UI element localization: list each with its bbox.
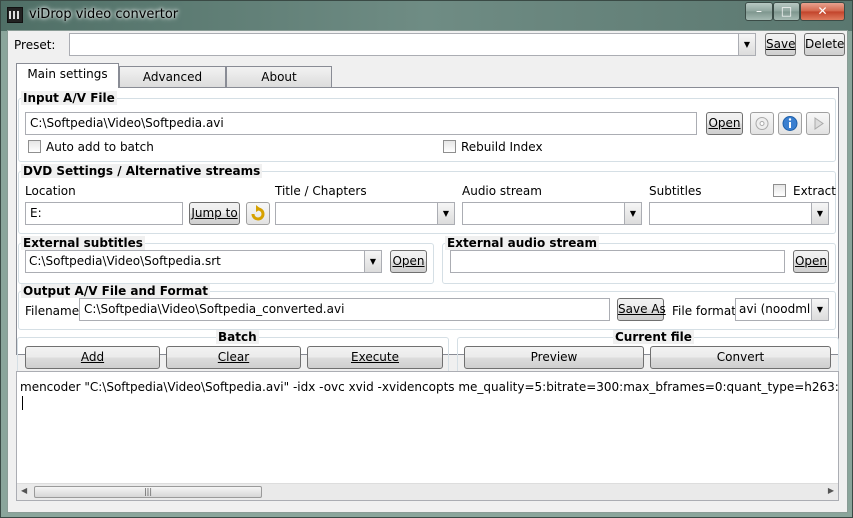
subtitles-select[interactable]: ▼ [649, 202, 829, 225]
window-title: viDrop video convertor [29, 7, 179, 22]
disc-icon[interactable] [750, 112, 774, 135]
chevron-down-icon: ▼ [738, 34, 755, 55]
audio-open-button[interactable]: Open [793, 250, 829, 273]
play-icon[interactable] [806, 112, 830, 135]
title-chapters-select[interactable]: ▼ [275, 202, 455, 225]
maximize-button[interactable]: □ [773, 2, 800, 21]
title-bar: viDrop video convertor – □ ✕ [1, 1, 852, 31]
current-file-title: Current file [613, 330, 694, 344]
rebuild-index-label: Rebuild Index [461, 140, 543, 154]
close-button[interactable]: ✕ [800, 2, 845, 21]
external-audio-field[interactable] [450, 250, 785, 273]
input-open-button[interactable]: Open [706, 112, 743, 135]
chevron-down-icon: ▼ [437, 203, 454, 224]
scrollbar-thumb[interactable]: ||| [34, 486, 262, 498]
batch-clear-button[interactable]: Clear [166, 346, 301, 369]
file-format-label: File format [672, 304, 736, 318]
preset-select[interactable]: ▼ [69, 33, 756, 56]
batch-title: Batch [216, 330, 259, 344]
command-output-area[interactable]: mencoder "C:\Softpedia\Video\Softpedia.a… [16, 371, 839, 501]
input-av-title: Input A/V File [21, 91, 117, 105]
horizontal-scrollbar[interactable]: ◀ ||| ▶ [17, 483, 838, 500]
chevron-down-icon: ▼ [811, 299, 828, 320]
subtitles-label: Subtitles [649, 184, 702, 198]
audio-stream-select[interactable]: ▼ [462, 202, 642, 225]
preset-label: Preset: [14, 38, 56, 52]
location-field[interactable]: E: [25, 202, 183, 225]
text-caret [22, 396, 23, 410]
minimize-button[interactable]: – [745, 2, 773, 21]
tab-advanced-settings[interactable]: Advanced settings [119, 66, 226, 104]
auto-add-batch-checkbox[interactable] [28, 140, 41, 153]
output-av-title: Output A/V File and Format [21, 284, 211, 298]
auto-add-batch-label: Auto add to batch [46, 140, 154, 154]
chevron-down-icon: ▼ [364, 251, 381, 272]
filename-label: Filename [25, 304, 80, 318]
location-label: Location [25, 184, 76, 198]
extract-label: Extract [793, 184, 836, 198]
scroll-left-icon[interactable]: ◀ [21, 486, 27, 495]
title-chapters-label: Title / Chapters [275, 184, 367, 198]
info-icon[interactable] [778, 112, 802, 135]
main-client-area: Preset: ▼ Save Delete Main settings Adva… [7, 30, 848, 513]
output-filename-field[interactable]: C:\Softpedia\Video\Softpedia_converted.a… [79, 298, 610, 321]
extract-checkbox[interactable] [773, 184, 786, 197]
film-clapper-icon [7, 7, 23, 23]
chevron-down-icon: ▼ [811, 203, 828, 224]
external-audio-title: External audio stream [445, 236, 599, 250]
batch-add-button[interactable]: Add [25, 346, 160, 369]
file-format-select[interactable]: avi (noodml) ▼ [735, 298, 829, 321]
convert-button[interactable]: Convert [650, 346, 831, 369]
scroll-right-icon[interactable]: ▶ [828, 486, 834, 495]
chevron-down-icon: ▼ [624, 203, 641, 224]
save-as-button[interactable]: Save As [617, 298, 666, 321]
refresh-icon[interactable] [246, 202, 270, 225]
rebuild-index-checkbox[interactable] [443, 140, 456, 153]
external-subtitles-title: External subtitles [21, 236, 145, 250]
dvd-settings-title: DVD Settings / Alternative streams [21, 164, 263, 178]
external-subtitles-select[interactable]: C:\Softpedia\Video\Softpedia.srt ▼ [25, 250, 382, 273]
tab-about[interactable]: About [226, 66, 332, 87]
tab-main-settings[interactable]: Main settings [16, 63, 119, 88]
preset-delete-button[interactable]: Delete [804, 33, 845, 56]
subtitles-open-button[interactable]: Open [390, 250, 427, 273]
preview-button[interactable]: Preview [464, 346, 644, 369]
command-line-text: mencoder "C:\Softpedia\Video\Softpedia.a… [20, 380, 839, 394]
main-settings-panel: Input A/V File C:\Softpedia\Video\Softpe… [16, 87, 839, 355]
batch-execute-button[interactable]: Execute [307, 346, 443, 369]
jump-to-button[interactable]: Jump to [189, 202, 240, 225]
preset-save-button[interactable]: Save [765, 33, 796, 56]
input-file-field[interactable]: C:\Softpedia\Video\Softpedia.avi [25, 112, 697, 135]
app-window: viDrop video convertor – □ ✕ Preset: ▼ S… [0, 0, 853, 518]
audio-stream-label: Audio stream [462, 184, 542, 198]
